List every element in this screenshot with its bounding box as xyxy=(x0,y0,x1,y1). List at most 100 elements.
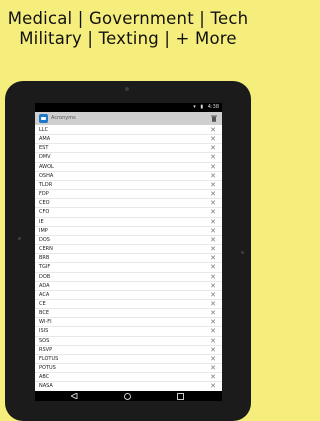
acronym-label: AWOL xyxy=(39,163,54,170)
remove-icon[interactable]: ✕ xyxy=(210,318,216,327)
recent-apps-icon[interactable] xyxy=(177,393,184,400)
list-item[interactable]: FDP ✕ xyxy=(35,190,222,200)
remove-icon[interactable]: ✕ xyxy=(210,309,216,318)
status-bar: ▾ ▮ 4:38 xyxy=(35,103,222,112)
remove-icon[interactable]: ✕ xyxy=(210,163,216,172)
app-title: Acronyms xyxy=(51,115,76,121)
remove-icon[interactable]: ✕ xyxy=(210,337,216,346)
list-item[interactable]: EST ✕ xyxy=(35,144,222,154)
list-item[interactable]: CERN ✕ xyxy=(35,245,222,255)
list-item[interactable]: AWOL ✕ xyxy=(35,163,222,172)
remove-icon[interactable]: ✕ xyxy=(210,172,216,181)
list-item[interactable]: OSHA ✕ xyxy=(35,172,222,181)
remove-icon[interactable]: ✕ xyxy=(210,254,216,263)
list-item[interactable]: IMP ✕ xyxy=(35,227,222,236)
acronym-label: DMV xyxy=(39,154,51,161)
list-item[interactable]: ABC ✕ xyxy=(35,373,222,383)
list-item[interactable]: DMV ✕ xyxy=(35,153,222,163)
remove-icon[interactable]: ✕ xyxy=(210,126,216,135)
acronym-list: LLC ✕ AMA ✕ EST ✕ DMV ✕ AWOL ✕ OSHA ✕ TLDR ✕ FDP ✕ CEO ✕ C… xyxy=(35,126,222,392)
list-item[interactable]: DOB ✕ xyxy=(35,273,222,282)
list-item[interactable]: CEO ✕ xyxy=(35,199,222,209)
acronym-label: POTUS xyxy=(39,365,56,372)
acronym-label: CEO xyxy=(39,200,50,207)
remove-icon[interactable]: ✕ xyxy=(210,208,216,217)
acronym-label: EST xyxy=(39,145,49,152)
list-item[interactable]: IE ✕ xyxy=(35,218,222,227)
acronym-label: BRB xyxy=(39,255,50,262)
acronym-label: FLOTUS xyxy=(39,355,59,362)
list-item[interactable]: CE ✕ xyxy=(35,300,222,310)
remove-icon[interactable]: ✕ xyxy=(210,144,216,153)
app-icon xyxy=(39,114,48,123)
list-item[interactable]: TLDR ✕ xyxy=(35,181,222,191)
remove-icon[interactable]: ✕ xyxy=(210,300,216,309)
sensor-dot-right xyxy=(241,251,244,254)
remove-icon[interactable]: ✕ xyxy=(210,199,216,208)
wifi-icon: ▾ xyxy=(193,104,196,110)
remove-icon[interactable]: ✕ xyxy=(210,245,216,254)
app-toolbar: Acronyms xyxy=(35,112,222,125)
remove-icon[interactable]: ✕ xyxy=(210,373,216,382)
acronym-label: ACA xyxy=(39,291,50,298)
remove-icon[interactable]: ✕ xyxy=(210,282,216,291)
acronym-label: OSHA xyxy=(39,172,54,179)
acronym-label: ISIS xyxy=(39,328,49,335)
list-item[interactable]: FLOTUS ✕ xyxy=(35,355,222,365)
acronym-label: IMP xyxy=(39,227,48,234)
acronym-label: IE xyxy=(39,218,44,225)
remove-icon[interactable]: ✕ xyxy=(210,227,216,236)
remove-icon[interactable]: ✕ xyxy=(210,327,216,336)
acronym-label: ABC xyxy=(39,374,50,381)
remove-icon[interactable]: ✕ xyxy=(210,364,216,373)
list-item[interactable]: BCE ✕ xyxy=(35,309,222,319)
acronym-label: BCE xyxy=(39,310,49,317)
remove-icon[interactable]: ✕ xyxy=(210,236,216,245)
list-item[interactable]: BRB ✕ xyxy=(35,254,222,264)
remove-icon[interactable]: ✕ xyxy=(210,263,216,272)
list-item[interactable]: DOS ✕ xyxy=(35,236,222,246)
battery-icon: ▮ xyxy=(200,104,204,110)
acronym-label: LLC xyxy=(39,127,49,133)
home-icon[interactable] xyxy=(124,393,131,400)
list-item[interactable]: TGIF ✕ xyxy=(35,263,222,273)
acronym-label: AMA xyxy=(39,136,51,143)
acronym-label: WI-FI xyxy=(39,319,52,326)
list-item[interactable]: ACA ✕ xyxy=(35,291,222,300)
list-item[interactable]: RSVP ✕ xyxy=(35,346,222,355)
list-item[interactable]: POTUS ✕ xyxy=(35,364,222,374)
camera-icon xyxy=(125,87,129,91)
list-item[interactable]: WI-FI ✕ xyxy=(35,318,222,328)
acronym-label: FDP xyxy=(39,191,49,198)
remove-icon[interactable]: ✕ xyxy=(210,355,216,364)
headline-line-1: Medical | Government | Tech xyxy=(7,9,249,28)
remove-icon[interactable]: ✕ xyxy=(210,153,216,162)
acronym-label: SOS xyxy=(39,337,50,344)
system-nav-bar xyxy=(35,391,222,401)
acronym-label: CERN xyxy=(39,246,53,253)
list-item[interactable]: ISIS ✕ xyxy=(35,327,222,337)
acronym-label: CFO xyxy=(39,209,50,216)
trash-icon[interactable] xyxy=(211,115,217,122)
remove-icon[interactable]: ✕ xyxy=(210,346,216,355)
list-item[interactable]: CFO ✕ xyxy=(35,208,222,218)
list-item[interactable]: SOS ✕ xyxy=(35,337,222,346)
remove-icon[interactable]: ✕ xyxy=(210,218,216,227)
remove-icon[interactable]: ✕ xyxy=(210,291,216,300)
back-icon[interactable] xyxy=(71,393,78,399)
remove-icon[interactable]: ✕ xyxy=(210,135,216,144)
list-item[interactable]: LLC ✕ xyxy=(35,126,222,136)
acronym-label: DOB xyxy=(39,273,51,280)
list-item[interactable]: ADA ✕ xyxy=(35,282,222,291)
device-screen: ▾ ▮ 4:38 Acronyms LLC ✕ AMA ✕ EST ✕ DMV ✕ AWOL ✕ O… xyxy=(35,103,222,401)
remove-icon[interactable]: ✕ xyxy=(210,190,216,199)
acronym-label: DOS xyxy=(39,236,50,243)
acronym-label: ADA xyxy=(39,282,50,289)
clock: 4:38 xyxy=(207,104,219,110)
acronym-label: CE xyxy=(39,300,46,307)
remove-icon[interactable]: ✕ xyxy=(210,273,216,282)
remove-icon[interactable]: ✕ xyxy=(210,181,216,190)
list-item[interactable]: AMA ✕ xyxy=(35,135,222,145)
acronym-label: RSVP xyxy=(39,346,53,353)
headline-line-2: Military | Texting | + More xyxy=(19,29,237,48)
